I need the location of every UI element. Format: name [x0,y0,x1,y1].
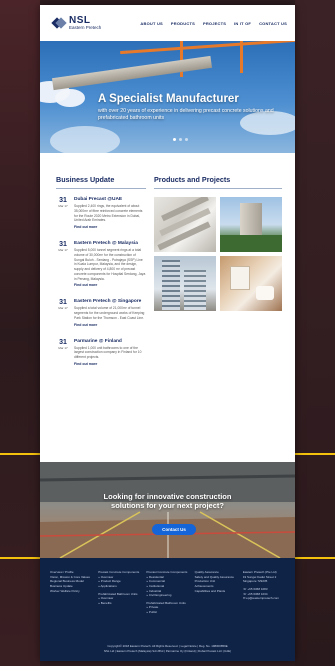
footer-link[interactable]: » Civil Engineering [146,593,188,598]
nav-contact[interactable]: CONTACT US [259,21,287,26]
precast-beam [51,55,213,91]
cta-title: Looking for innovative construction solu… [40,492,295,510]
contact-us-button[interactable]: Contact Us [152,524,196,535]
news-day: 31 [59,299,67,307]
footer-link[interactable]: » Benefits [98,601,140,606]
site-logo[interactable]: NSL Eastern Pretech [51,15,102,31]
find-out-more-link[interactable]: Find out more [74,225,146,229]
products-section: Products and Projects [154,175,282,378]
news-title[interactable]: Eastern Pretech @ Malaysia [74,241,146,246]
news-day: 31 [59,338,67,346]
nav-products[interactable]: PRODUCTS [171,21,195,26]
nav-in-it-of[interactable]: IN IT OF [234,21,251,26]
news-day: 31 [59,197,67,204]
web-page: NSL Eastern Pretech ABOUT US PRODUCTS PR… [40,5,295,661]
footer-link[interactable]: » Public [146,610,188,615]
email-link[interactable]: ✉ ep@easternpretech.com [243,596,285,601]
products-title: Products and Projects [154,175,282,189]
main-content: Business Update 31 Mar 17 Dubai Precast … [40,153,295,378]
parking-floor-graphic [40,462,295,558]
footer-link[interactable]: Capabilities and Plants [195,589,237,594]
cta-title-line-2: solutions for your next project? [111,501,224,510]
news-month: Mar 17 [58,306,68,311]
nav-projects[interactable]: PROJECTS [203,21,226,26]
business-update-title: Business Update [56,175,146,189]
find-out-more-link[interactable]: Find out more [74,283,146,287]
footer-column-about: Overview / Profile Vision, Mission & Cor… [50,570,92,615]
news-text: Supplied a total volume of 21,000m³ of t… [74,306,145,320]
product-tile-tower[interactable] [220,197,282,252]
product-tile-bathroom[interactable] [220,256,282,311]
cta-banner: Looking for innovative construction solu… [40,462,295,558]
news-month: Mar 17 [58,345,68,350]
footer-column-products: Precast Concrete Components » Overview »… [98,570,140,615]
address-line: Singapore 729235 [242,579,268,584]
news-month: Mar 17 [58,248,68,253]
site-footer: Overview / Profile Vision, Mission & Cor… [40,558,295,661]
news-day: 31 [59,241,67,249]
logo-mark-icon [51,16,67,30]
products-grid [154,197,282,311]
copyright-text: Copyright© 2018 Eastern Pretech. All Rig… [40,644,295,653]
footer-link[interactable]: Precast Concrete Components [98,570,140,575]
hero-subtitle: with over 20 years of experience in deli… [98,108,274,122]
find-out-more-link[interactable]: Find out more [74,323,146,327]
news-item: 31 Mar 17 Eastern Pretech @ Malaysia Sup… [56,241,146,287]
footer-link[interactable]: » Applications [98,584,140,589]
main-nav: ABOUT US PRODUCTS PROJECTS IN IT OF CONT… [140,21,287,26]
carousel-dot[interactable] [185,138,188,141]
business-update-section: Business Update 31 Mar 17 Dubai Precast … [56,175,146,378]
backdrop-right [295,0,335,666]
footer-column-contact: Eastern Pretech (Pte Ltd) 19 Sungei Kadu… [243,570,285,615]
news-month: Mar 17 [58,204,68,208]
news-text: Supplied 2,400 rings, the equivalent of … [74,204,143,223]
news-item: 31 Mar 17 Dubai Precast @UAE Supplied 2,… [56,197,146,229]
news-text: Supplied 1,000 unit bathrooms to one of … [74,345,142,360]
product-tile-curved-facade[interactable] [154,197,216,252]
product-tile-highrise[interactable] [154,256,216,311]
news-title[interactable]: Eastern Pretech @ Singapore [74,299,146,304]
backdrop-left [0,0,40,666]
hero-banner: A Specialist Manufacturer with over 20 y… [40,41,295,153]
find-out-more-link[interactable]: Find out more [74,362,146,366]
cta-title-line-1: Looking for innovative construction [103,492,232,501]
news-item: 31 Mar 17 Eastern Pretech @ Singapore Su… [56,299,146,326]
site-header: NSL Eastern Pretech ABOUT US PRODUCTS PR… [40,5,295,41]
news-text: Supplied 5,000 tunnel segment rings at a… [74,248,146,281]
nav-about[interactable]: ABOUT US [140,21,163,26]
hero-title: A Specialist Manufacturer [98,93,239,105]
footer-link[interactable]: Precast Concrete Components [146,570,188,575]
carousel-dot[interactable] [173,138,176,141]
crane-boom [120,41,295,55]
carousel-dot[interactable] [179,138,182,141]
news-item: 31 Mar 17 Parmarine @ Finland Supplied 1… [56,339,146,366]
copyright-line-2: NSL Ltd | Eastern Pretech (Malaysia) Sdn… [103,648,232,653]
logo-sub-text: Eastern Pretech [69,24,102,30]
carousel-dots [173,138,188,141]
news-title[interactable]: Dubai Precast @UAE [74,197,146,202]
news-title[interactable]: Parmarine @ Finland [74,339,146,344]
footer-link[interactable]: Worker Welfare Policy [50,589,92,594]
footer-column-quality: Quality Assurance Safety and Quality Ass… [195,570,237,615]
footer-column-projects: Precast Concrete Components » Residentia… [146,570,188,615]
